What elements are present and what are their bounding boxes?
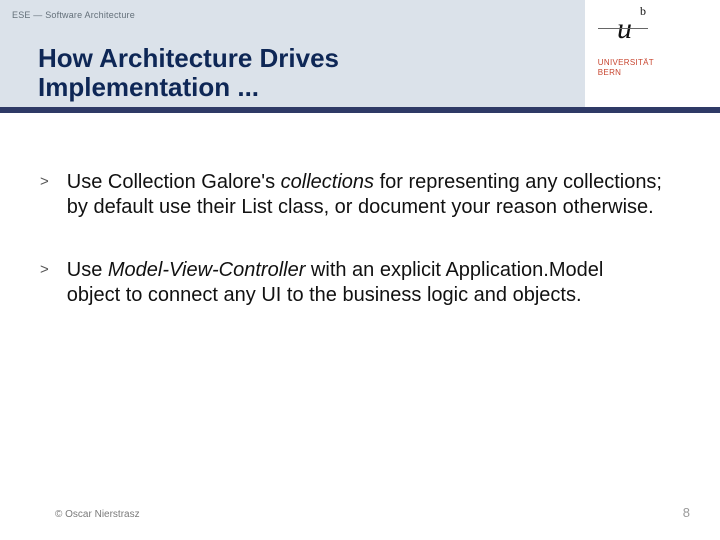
bullet-em: Model-View-Controller <box>108 259 305 281</box>
bullet-pre: Use Collection Galore's <box>67 171 281 193</box>
slide-title: How Architecture Drives Implementation .… <box>38 44 339 101</box>
bullet-item: > Use Model-View-Controller with an expl… <box>40 258 662 308</box>
bullet-marker: > <box>40 173 49 190</box>
course-label: ESE — Software Architecture <box>12 10 135 20</box>
bullet-item: > Use Collection Galore's collections fo… <box>40 170 662 220</box>
logo-university-text: UNIVERSITÄT BERN <box>598 58 654 77</box>
university-logo: u b UNIVERSITÄT BERN <box>585 0 720 107</box>
divider-bar <box>0 107 720 113</box>
bullet-text: Use Model-View-Controller with an explic… <box>67 258 662 308</box>
logo-uni-line1: UNIVERSITÄT <box>598 58 654 67</box>
logo-b-letter: b <box>640 4 646 19</box>
footer-copyright: © Oscar Nierstrasz <box>55 509 140 520</box>
bullet-marker: > <box>40 261 49 278</box>
logo-u-letter: u <box>617 12 632 46</box>
page-number: 8 <box>683 505 690 520</box>
bullet-em: collections <box>281 171 374 193</box>
logo-divider <box>598 28 648 29</box>
title-line-1: How Architecture Drives <box>38 43 339 73</box>
bullet-text: Use Collection Galore's collections for … <box>67 170 662 220</box>
content-area: > Use Collection Galore's collections fo… <box>40 170 662 346</box>
title-line-2: Implementation ... <box>38 72 259 102</box>
logo-uni-line2: BERN <box>598 68 621 77</box>
bullet-pre: Use <box>67 259 108 281</box>
